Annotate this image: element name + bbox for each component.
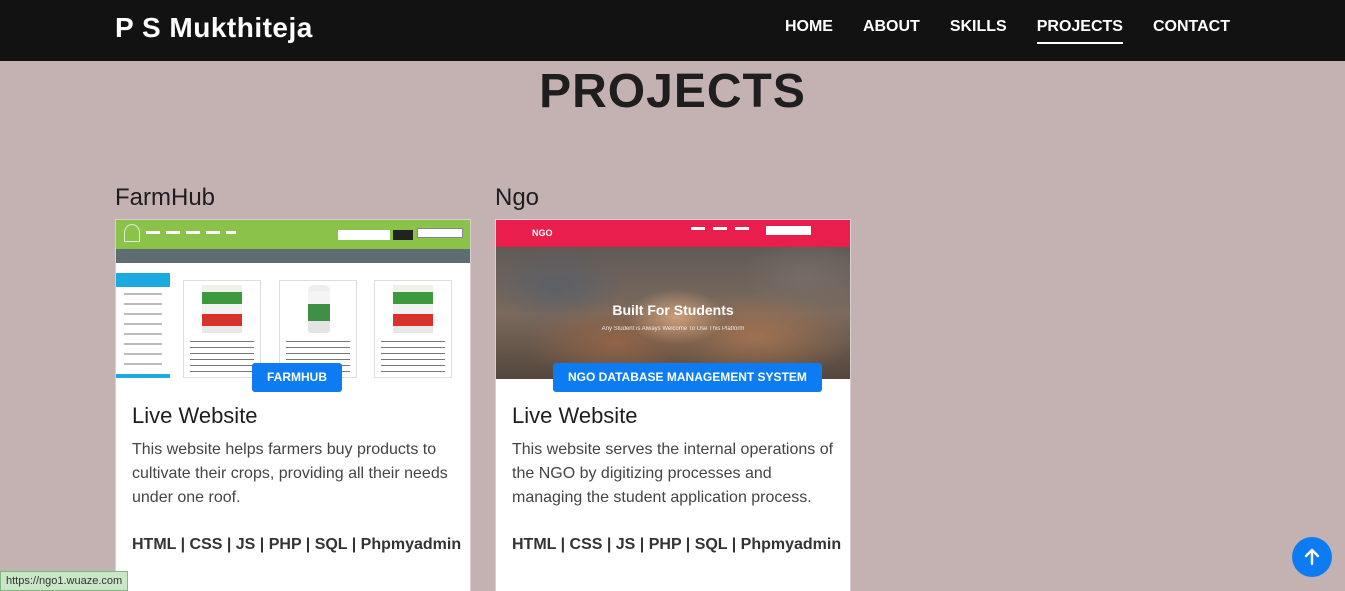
ngo-hero-title: Built For Students [612,302,734,318]
card-title: Live Website [132,403,258,428]
scroll-to-top-button[interactable] [1292,537,1332,577]
farmhub-thumb-header [116,220,470,249]
farmhub-thumb-sidebar-footer [116,374,170,378]
card-description: This website helps farmers buy products … [132,441,448,506]
page-title: PROJECTS [539,65,806,118]
farmhub-thumb-subbar [116,249,470,263]
farmhub-thumb-sidebar-items [124,293,162,373]
brand-name[interactable]: P S Mukthiteja [115,12,313,44]
farmhub-screenshot[interactable] [116,220,470,379]
farmhub-thumb-product [374,280,452,378]
fertilizer-bottle-image [308,285,330,333]
farmhub-thumb-product [183,280,261,378]
card-tech-stack: HTML | CSS | JS | PHP | SQL | Phpmyadmin [512,536,842,553]
ngo-hero-image: Built For Students Any Student is Always… [496,247,850,379]
nav-about[interactable]: ABOUT [863,18,920,44]
project-card-farmhub: FARMHUB Live Website This website helps … [115,219,471,591]
nav-contact[interactable]: CONTACT [1153,18,1230,44]
navbar: P S Mukthiteja HOME ABOUT SKILLS PROJECT… [0,0,1345,61]
farmhub-button[interactable]: FARMHUB [252,363,342,392]
nav-skills[interactable]: SKILLS [950,18,1007,44]
project-card-ngo: NGO Built For Students Any Student is Al… [495,219,851,591]
card-title: Live Website [512,403,638,428]
ngo-thumb-menu [691,227,755,230]
card-tech-stack: HTML | CSS | JS | PHP | SQL | Phpmyadmin [132,536,462,553]
ngo-hero-subtitle: Any Student is Always Welcome To Use Thi… [601,326,745,332]
product-text-lines [381,341,445,375]
farmhub-thumb-menu [146,231,236,234]
status-bar-url: https://ngo1.wuaze.com [0,571,129,591]
farmhub-thumb-search-button [393,230,413,240]
ngo-thumb-language-select [766,226,811,235]
ngo-thumb-header: NGO [496,220,850,247]
project-name-farmhub: FarmHub [115,184,216,211]
fertilizer-bag-image [202,285,242,333]
ngo-screenshot[interactable]: NGO Built For Students Any Student is Al… [496,220,850,379]
farmhub-thumb-sidebar [116,273,170,378]
ngo-thumb-logo: NGO [532,228,553,238]
product-text-lines [190,341,254,375]
nav-links: HOME ABOUT SKILLS PROJECTS CONTACT [785,18,1230,44]
fertilizer-bag-image [393,285,433,333]
farmhub-thumb-search [338,230,390,240]
farmhub-thumb-language-select [417,228,463,238]
arrow-up-icon [1304,548,1320,566]
nav-projects[interactable]: PROJECTS [1036,18,1123,44]
ngo-button[interactable]: NGO DATABASE MANAGEMENT SYSTEM [553,363,822,392]
farmhub-thumb-sidebar-header [116,273,170,287]
card-description: This website serves the internal operati… [512,441,834,506]
project-name-ngo: Ngo [495,184,540,211]
nav-home[interactable]: HOME [785,18,833,44]
farmhub-logo-icon [124,224,140,242]
